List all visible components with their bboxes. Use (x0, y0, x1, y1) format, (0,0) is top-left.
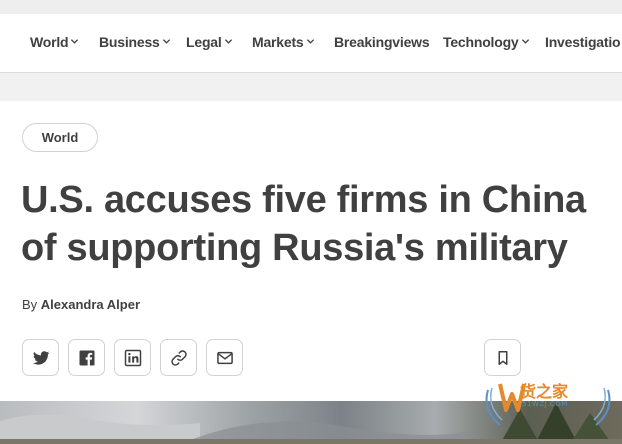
share-linkedin-button[interactable] (114, 339, 151, 376)
byline-prefix: By (22, 297, 38, 312)
email-icon (216, 351, 233, 364)
chevron-down-icon (224, 39, 232, 44)
watermark-brand: 货之家 (520, 382, 569, 401)
headline: U.S. accuses five firms in China of supp… (21, 176, 621, 272)
article-header: World U.S. accuses five firms in China o… (0, 101, 622, 401)
ad-gap (0, 73, 622, 101)
nav-item-legal[interactable]: Legal (186, 34, 233, 50)
main-nav: World Business Legal Markets Breakingvie… (0, 14, 622, 73)
twitter-icon (32, 350, 49, 365)
nav-item-world[interactable]: World (30, 34, 79, 50)
chevron-down-icon (306, 39, 314, 44)
nav-item-label: Investigatio (545, 34, 621, 50)
link-icon (170, 349, 187, 366)
copy-link-button[interactable] (160, 339, 197, 376)
headline-line-2: of supporting Russia's military (21, 227, 568, 269)
nav-item-business[interactable]: Business (99, 34, 171, 50)
chevron-down-icon (162, 39, 170, 44)
nav-item-label: Business (99, 34, 160, 50)
nav-item-label: Markets (252, 34, 304, 50)
nav-item-breakingviews[interactable]: Breakingviews (334, 34, 430, 50)
share-email-button[interactable] (206, 339, 243, 376)
nav-item-label: Breakingviews (334, 34, 430, 50)
top-strip (0, 0, 622, 14)
linkedin-icon (124, 349, 141, 366)
nav-item-investigations[interactable]: Investigatio (545, 34, 621, 50)
bookmark-icon (498, 350, 507, 365)
nav-item-technology[interactable]: Technology (443, 34, 530, 50)
nav-item-label: Legal (186, 34, 222, 50)
headline-line-1: U.S. accuses five firms in China (21, 179, 586, 221)
share-twitter-button[interactable] (22, 339, 59, 376)
chevron-down-icon (521, 39, 529, 44)
nav-item-label: World (30, 34, 69, 50)
nav-item-markets[interactable]: Markets (252, 34, 315, 50)
nav-item-label: Technology (443, 34, 519, 50)
author-link[interactable]: Alexandra Alper (41, 297, 140, 312)
facebook-icon (79, 350, 94, 365)
section-pill-world[interactable]: World (22, 123, 98, 152)
share-facebook-button[interactable] (68, 339, 105, 376)
chevron-down-icon (71, 39, 79, 44)
byline: By Alexandra Alper (22, 297, 140, 312)
watermark-subtitle: 51WZJ.COM (522, 400, 568, 408)
